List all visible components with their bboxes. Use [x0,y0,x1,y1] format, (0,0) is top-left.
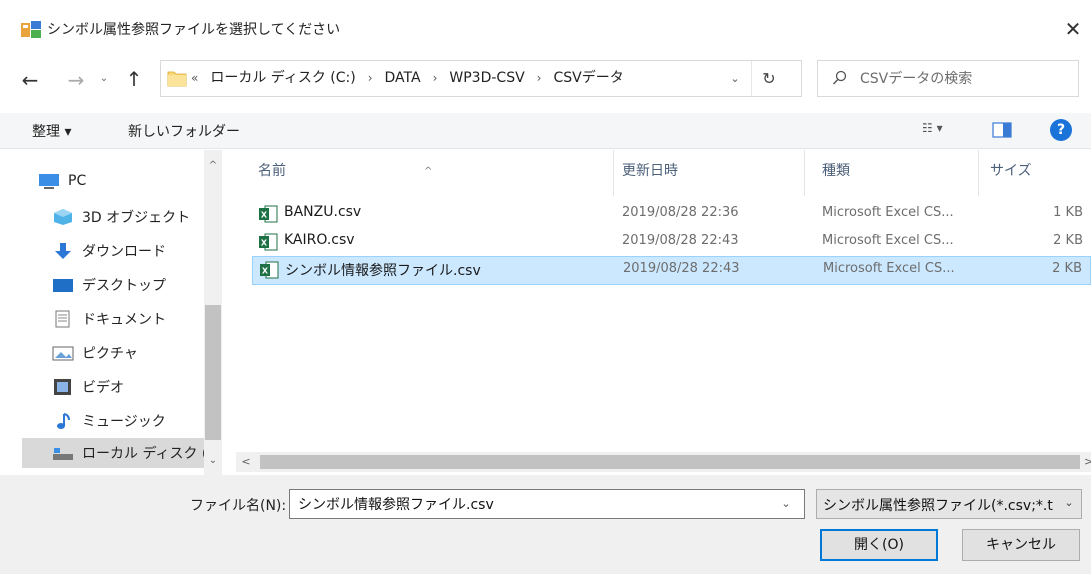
sidebar-item-label: PC [68,173,87,189]
column-header-type[interactable]: 種類 [822,160,850,184]
svg-text:X: X [261,239,268,248]
close-button[interactable]: ✕ [1058,14,1088,44]
column-divider[interactable] [613,150,614,196]
pc-icon [39,174,59,189]
preview-pane-icon[interactable] [992,122,1012,138]
desktop-icon [53,279,73,292]
breadcrumb-overflow[interactable]: « [191,61,198,96]
sidebar-item-local-disk[interactable]: ローカル ディスク (C [22,438,217,468]
view-options-button[interactable]: ☷ ▾ [922,121,962,141]
scroll-up-button[interactable]: ^ [204,160,222,176]
file-name: KAIRO.csv [284,232,355,248]
sidebar-item-label: ビデオ [82,380,124,396]
new-folder-button[interactable]: 新しいフォルダー [128,121,240,141]
recent-locations-button[interactable]: ⌄ [96,71,112,87]
breadcrumb-local-disk[interactable]: ローカル ディスク (C:) [210,61,355,96]
excel-csv-icon: X [260,261,279,279]
folder-icon [167,71,187,87]
column-header-size[interactable]: サイズ [990,160,1032,184]
breadcrumb-wp3d-csv[interactable]: WP3D-CSV [449,61,524,96]
sidebar-item-label: ローカル ディスク (C [82,446,218,462]
chevron-down-icon[interactable]: ⌄ [1061,496,1077,512]
documents-icon [55,310,70,328]
window-title: シンボル属性参照ファイルを選択してください [47,22,341,38]
file-list: 名前 更新日時 種類 サイズ [236,150,1091,475]
breadcrumb: « ローカル ディスク (C:) › DATA › WP3D-CSV › CSV… [191,61,624,96]
scrollbar-thumb[interactable] [260,455,1080,469]
column-header-date[interactable]: 更新日時 [622,160,678,184]
breadcrumb-csv-data[interactable]: CSVデータ [553,61,623,96]
search-box[interactable] [817,60,1079,97]
download-icon [55,243,71,259]
excel-csv-icon: X [259,233,278,251]
cancel-button[interactable]: キャンセル [962,529,1080,561]
file-size: 2 KB [1053,233,1083,248]
svg-text:X: X [262,267,269,276]
scrollbar-thumb[interactable] [205,305,221,440]
chevron-down-icon[interactable]: ⌄ [778,496,794,512]
address-bar[interactable]: « ローカル ディスク (C:) › DATA › WP3D-CSV › CSV… [160,60,802,97]
address-divider [751,61,752,96]
svg-text:X: X [261,211,268,220]
toolbar: 整理 ▾ 新しいフォルダー ☷ ▾ ? [0,113,1091,149]
open-button[interactable]: 開く(O) [820,529,938,561]
breadcrumb-separator[interactable]: › [368,61,373,96]
sidebar-item-label: デスクトップ [82,278,166,294]
file-size: 1 KB [1053,205,1083,220]
address-dropdown-button[interactable]: ⌄ [727,71,743,87]
file-type: Microsoft Excel CS... [822,205,954,220]
file-name: シンボル情報参照ファイル.csv [285,263,481,279]
filetype-select[interactable]: シンボル属性参照ファイル(*.csv;*.t ⌄ [816,489,1082,519]
app-icon [21,21,41,38]
videos-icon [54,379,71,395]
sidebar-item-label: ドキュメント [82,312,166,328]
table-row[interactable]: X KAIRO.csv 2019/08/28 22:43 Microsoft E… [252,229,1091,255]
help-button[interactable]: ? [1050,119,1072,141]
search-icon [832,70,847,85]
scroll-down-button[interactable]: ⌄ [204,455,222,471]
music-icon [57,413,70,429]
file-date: 2019/08/28 22:43 [622,233,739,248]
file-name: BANZU.csv [284,204,362,220]
file-size: 2 KB [1052,261,1082,276]
refresh-button[interactable]: ↻ [757,67,781,91]
file-type: Microsoft Excel CS... [823,261,955,276]
sidebar-item-pc[interactable]: PC [38,166,222,196]
sort-arrow-icon: ^ [424,166,433,177]
file-type: Microsoft Excel CS... [822,233,954,248]
column-divider[interactable] [978,150,979,196]
table-row-selected[interactable]: X シンボル情報参照ファイル.csv 2019/08/28 22:43 Micr… [252,256,1091,285]
sidebar-item-label: ピクチャ [82,346,138,362]
excel-csv-icon: X [259,205,278,223]
forward-button[interactable]: → [64,68,88,92]
filetype-value: シンボル属性参照ファイル(*.csv;*.t [823,498,1053,514]
file-date: 2019/08/28 22:36 [622,205,739,220]
table-row[interactable]: X BANZU.csv 2019/08/28 22:36 Microsoft E… [252,201,1091,227]
navigation-pane: PC 3D オブジェクト ダウンロード デスクトップ ドキュメント ピクチャ ビ… [22,150,232,475]
filename-input[interactable] [296,494,776,514]
scroll-right-button[interactable]: > [1084,454,1091,470]
back-button[interactable]: ← [18,68,42,92]
breadcrumb-separator[interactable]: › [537,61,542,96]
column-header-name[interactable]: 名前 [258,160,286,184]
up-button[interactable]: ↑ [122,67,146,91]
organize-button[interactable]: 整理 ▾ [32,121,71,141]
breadcrumb-data[interactable]: DATA [385,61,421,96]
3d-objects-icon [54,209,72,225]
pictures-icon [52,346,74,361]
sidebar-item-label: ダウンロード [82,244,166,260]
column-divider[interactable] [804,150,805,196]
file-date: 2019/08/28 22:43 [623,261,740,276]
sidebar-item-label: ミュージック [82,414,166,430]
filename-label: ファイル名(N): [190,498,287,514]
search-input[interactable] [858,67,1068,91]
scroll-left-button[interactable]: < [238,454,254,470]
filename-combobox[interactable] [289,489,805,519]
breadcrumb-separator[interactable]: › [433,61,438,96]
sidebar-item-label: 3D オブジェクト [82,210,191,226]
local-disk-icon [53,448,73,460]
